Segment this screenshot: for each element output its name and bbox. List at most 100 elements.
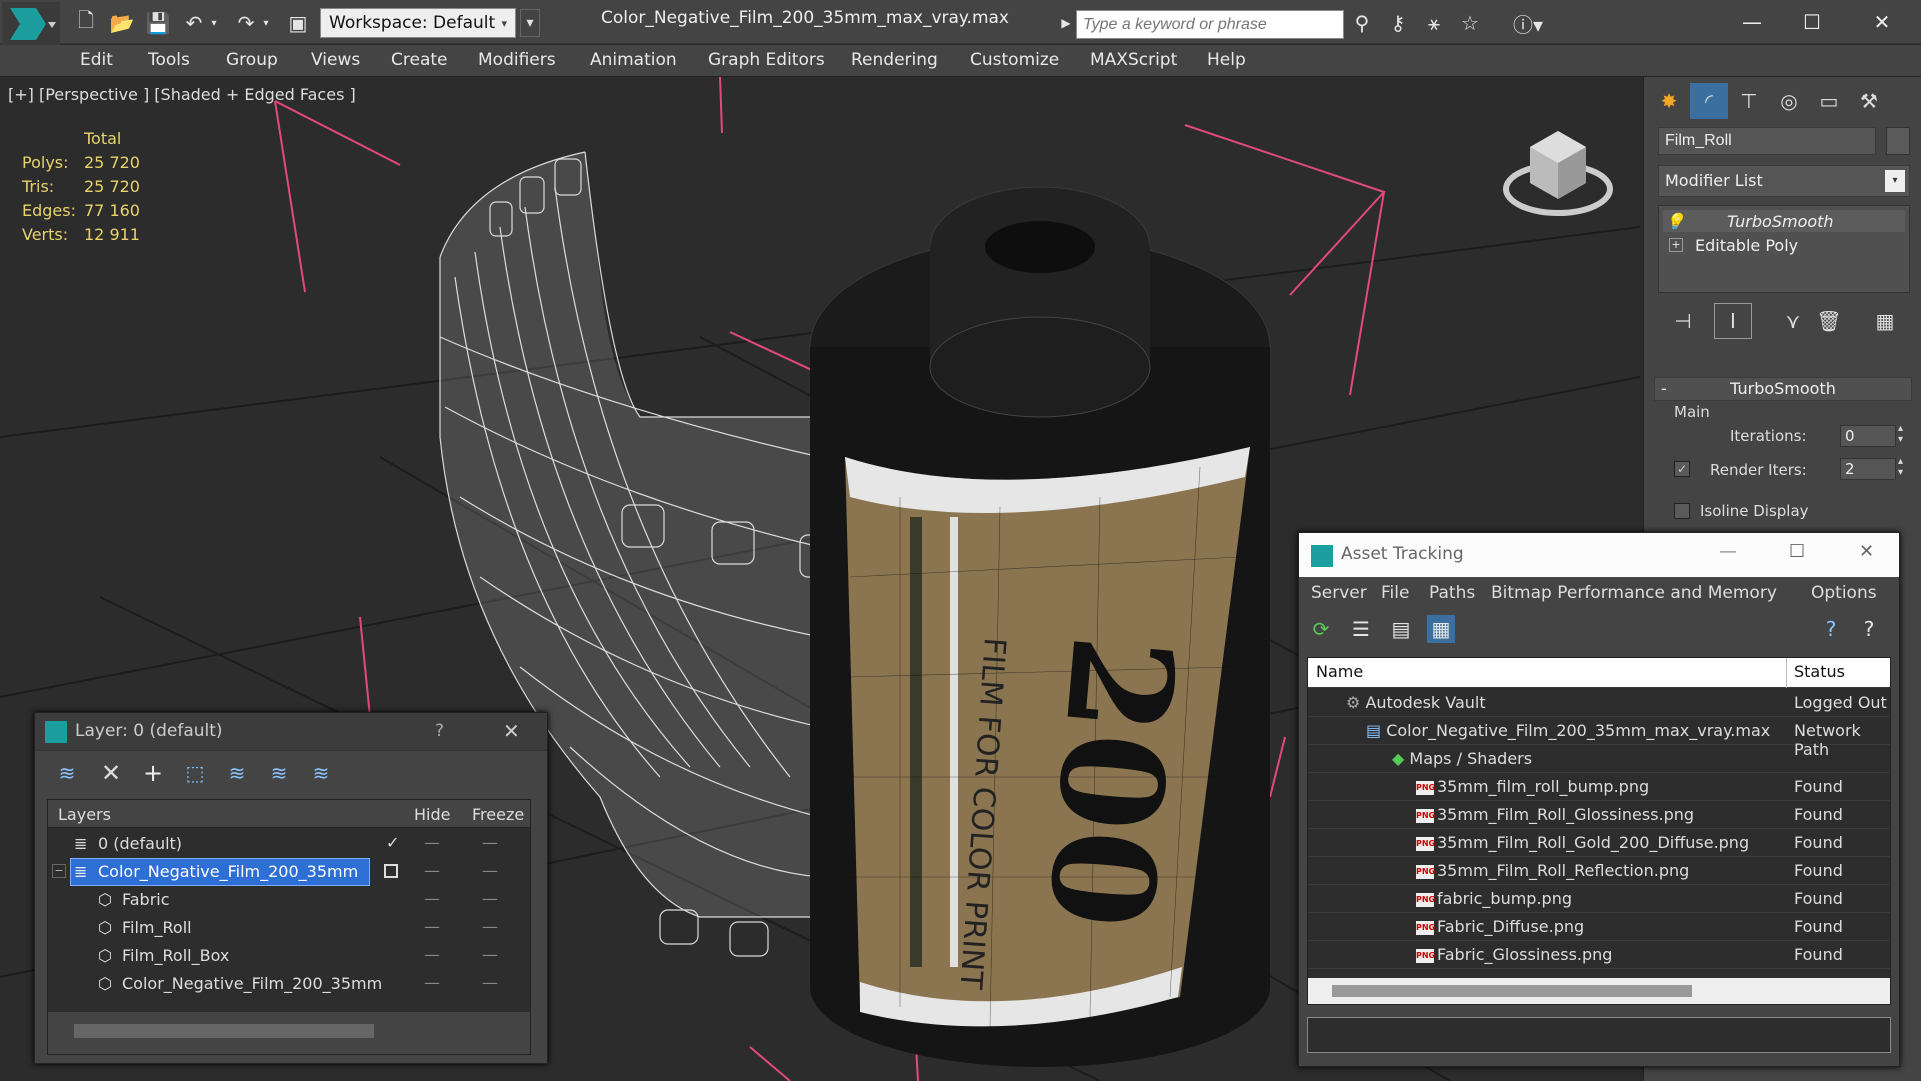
freeze-toggle[interactable]: — [482,889,498,908]
redo-dropdown-icon[interactable]: ▾ [258,9,274,37]
object-name-field[interactable] [1658,127,1876,155]
pin-stack-icon[interactable]: ⊣ [1664,303,1702,339]
redo-icon[interactable]: ↷ [232,9,260,37]
make-unique-icon[interactable]: ⋎ [1774,303,1812,339]
workspace-dropdown[interactable]: Workspace: Default ▾ [320,8,516,38]
turbosmooth-rollout-header[interactable]: - TurboSmooth [1654,377,1912,401]
layer-row[interactable]: − ≣ Color_Negative_Film_200_35mm — — [48,858,530,886]
asset-menu-server[interactable]: Server [1311,583,1367,603]
favorites-star-icon[interactable]: ☆ [1456,9,1484,37]
isoline-display-checkbox[interactable] [1674,503,1690,519]
hide-toggle[interactable]: — [424,917,440,936]
undo-dropdown-icon[interactable]: ▾ [206,9,222,37]
layer-row[interactable]: ≣ 0 (default) ✓ — — [48,830,530,858]
modifier-list-dropdown[interactable]: Modifier List ▾ [1658,165,1910,197]
modify-tab-icon[interactable]: ◜ [1690,83,1728,119]
binoculars-icon[interactable]: ⚲ [1348,9,1376,37]
asset-row[interactable]: ⚙ Autodesk Vault Logged Out [1308,689,1890,717]
scrollbar-thumb[interactable] [74,1024,374,1038]
scrollbar-thumb[interactable] [1332,985,1692,997]
freeze-toggle[interactable]: — [482,833,498,852]
key-icon[interactable]: ⚷ [1384,9,1412,37]
close-icon[interactable]: ✕ [1852,4,1912,40]
horizontal-scrollbar[interactable] [1308,978,1890,1004]
close-icon[interactable]: ✕ [1859,541,1874,562]
hide-toggle[interactable]: — [424,861,440,880]
create-tab-icon[interactable]: ✸ [1650,83,1688,119]
menu-modifiers[interactable]: Modifiers [478,50,556,70]
hide-toggle[interactable]: — [424,833,440,852]
menu-animation[interactable]: Animation [590,50,677,70]
show-end-result-icon[interactable]: Ⅰ [1714,303,1752,339]
maximize-icon[interactable]: ☐ [1782,4,1842,40]
asset-menu-file[interactable]: File [1381,583,1409,603]
motion-tab-icon[interactable]: ◎ [1770,83,1808,119]
menu-maxscript[interactable]: MAXScript [1090,50,1177,70]
help-icon[interactable]: ? [435,721,444,741]
set-active-layer-box[interactable] [384,864,398,878]
menu-tools[interactable]: Tools [148,50,190,70]
menu-views[interactable]: Views [311,50,360,70]
configure-sets-icon[interactable]: ▦ [1866,303,1904,339]
column-header-name[interactable]: Name [1316,662,1363,681]
active-layer-check-icon[interactable]: ✓ [386,833,399,852]
spinner-arrows-icon[interactable]: ▴ ▾ [1898,456,1903,478]
menu-create[interactable]: Create [391,50,448,70]
asset-row[interactable]: PNG Fabric_Glossiness.png Found [1308,941,1890,969]
project-folder-icon[interactable]: ▣ [284,9,312,37]
vault-help-icon[interactable]: ? [1817,615,1845,643]
remove-modifier-icon[interactable]: 🗑 [1810,303,1848,339]
set-current-layer-icon[interactable]: ≋ [265,759,293,787]
horizontal-scrollbar[interactable] [48,1012,530,1054]
hierarchy-tab-icon[interactable]: ⊤ [1730,83,1768,119]
stack-item-editable-poly[interactable]: + Editable Poly [1663,234,1905,256]
save-file-icon[interactable]: 💾 [144,9,172,37]
layer-object-row[interactable]: ⬡ Film_Roll_Box — — [48,942,530,970]
search-expand-icon[interactable]: ▶ [1056,9,1076,37]
asset-menu-options[interactable]: Options [1811,583,1877,603]
minimize-icon[interactable]: — [1719,541,1737,562]
menu-rendering[interactable]: Rendering [851,50,938,70]
column-header-layers[interactable]: Layers [58,805,111,824]
spinner-arrows-icon[interactable]: ▴ ▾ [1898,423,1903,445]
asset-row[interactable]: PNG fabric_bump.png Found [1308,885,1890,913]
undo-icon[interactable]: ↶ [180,9,208,37]
delete-layer-icon[interactable]: ✕ [97,759,125,787]
layer-window-titlebar[interactable]: Layer: 0 (default) ? ✕ [35,713,547,751]
hide-unhide-all-icon[interactable]: ≋ [307,759,335,787]
asset-row[interactable]: PNG 35mm_Film_Roll_Reflection.png Found [1308,857,1890,885]
column-divider[interactable] [1786,658,1787,688]
display-tab-icon[interactable]: ▭ [1810,83,1848,119]
iterations-spinner[interactable]: 0 [1840,425,1896,447]
select-in-layer-icon[interactable]: ⬚ [181,759,209,787]
layer-object-row[interactable]: ⬡ Film_Roll — — [48,914,530,942]
app-logo-icon[interactable] [2,2,60,48]
utilities-tab-icon[interactable]: ⚒ [1850,83,1888,119]
add-to-layer-icon[interactable]: + [139,759,167,787]
freeze-toggle[interactable]: — [482,973,498,992]
asset-window-titlebar[interactable]: Asset Tracking — ☐ ✕ [1299,533,1899,577]
freeze-toggle[interactable]: — [482,861,498,880]
render-iters-checkbox[interactable]: ✓ [1674,461,1690,477]
workspace-menu-icon[interactable]: ▾ [520,9,540,37]
list-view-icon[interactable]: ☰ [1347,615,1375,643]
menu-help[interactable]: Help [1207,50,1246,70]
lightbulb-icon[interactable]: 💡 [1663,212,1687,231]
asset-menu-paths[interactable]: Paths [1429,583,1475,603]
refresh-icon[interactable]: ⟳ [1307,615,1335,643]
column-header-status[interactable]: Status [1794,662,1845,681]
sign-in-icon[interactable]: ⚹ [1420,9,1448,37]
collapse-minus-icon[interactable]: − [52,864,66,878]
menu-edit[interactable]: Edit [80,50,113,70]
render-iters-spinner[interactable]: 2 [1840,458,1896,480]
menu-graph-editors[interactable]: Graph Editors [708,50,825,70]
asset-row[interactable]: PNG 35mm_film_roll_bump.png Found [1308,773,1890,801]
stack-item-turbosmooth[interactable]: 💡 TurboSmooth [1663,210,1905,232]
help-icon[interactable]: ⓘ▾ [1508,9,1548,37]
asset-row[interactable]: PNG 35mm_Film_Roll_Glossiness.png Found [1308,801,1890,829]
hide-toggle[interactable]: — [424,889,440,908]
viewport-label[interactable]: [+] [Perspective ] [Shaded + Edged Faces… [8,85,356,104]
menu-customize[interactable]: Customize [970,50,1059,70]
vault-settings-icon[interactable]: ? [1855,615,1883,643]
hide-toggle[interactable]: — [424,973,440,992]
